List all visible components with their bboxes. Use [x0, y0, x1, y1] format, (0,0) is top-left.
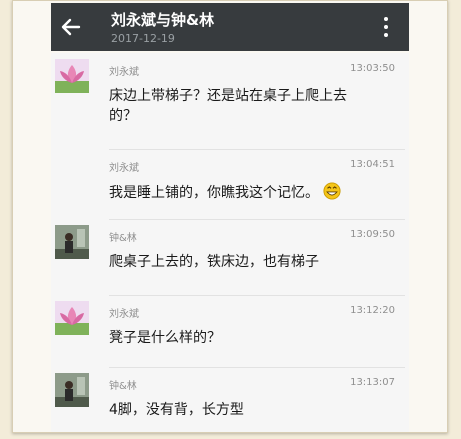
lotus-avatar[interactable] [55, 59, 89, 93]
message-time: 13:03:50 [350, 63, 395, 74]
divider [109, 149, 405, 150]
message-item: 刘永斌 13:12:20 凳子是什么样的？ [51, 295, 409, 367]
sender-name: 钟&林 [109, 381, 137, 392]
message-text: 床边上带梯子？还是站在桌子上爬上去的？ [109, 88, 347, 124]
message-item: 刘永斌 13:03:50 床边上带梯子？还是站在桌子上爬上去的？ [51, 53, 409, 149]
message-list[interactable]: 刘永斌 13:03:50 床边上带梯子？还是站在桌子上爬上去的？ 刘永斌 13:… [51, 53, 409, 432]
divider [109, 219, 405, 220]
message-text: 凳子是什么样的？ [109, 330, 221, 346]
sender-name: 刘永斌 [109, 309, 139, 320]
divider [109, 295, 405, 296]
message-time: 13:12:20 [350, 305, 395, 316]
message-time: 13:04:51 [350, 159, 395, 170]
divider [109, 367, 405, 368]
more-vertical-icon[interactable] [381, 15, 391, 39]
sender-name: 刘永斌 [109, 67, 139, 78]
sender-name: 刘永斌 [109, 163, 139, 174]
grinning-emoji-icon [323, 182, 342, 200]
arrow-left-icon[interactable] [59, 15, 83, 39]
chat-date: 2017-12-19 [111, 32, 175, 45]
message-time: 13:09:50 [350, 229, 395, 240]
message-text: 我是睡上铺的，你瞧我这个记忆。 [109, 182, 371, 203]
message-item: 刘永斌 13:04:51 我是睡上铺的，你瞧我这个记忆。 [51, 149, 409, 219]
message-item: 钟&林 13:09:50 爬桌子上去的，铁床边，也有梯子 [51, 219, 409, 295]
message-time: 13:13:07 [350, 377, 395, 388]
chat-header: 刘永斌与钟&林 2017-12-19 [51, 3, 409, 51]
message-text-body: 我是睡上铺的，你瞧我这个记忆。 [109, 185, 319, 201]
sender-name: 钟&林 [109, 233, 137, 244]
message-item: 钟&林 13:13:07 4脚，没有背，长方型 [51, 367, 409, 432]
screenshot-frame: 刘永斌与钟&林 2017-12-19 刘永斌 13:03:50 床边上带梯子？还… [12, 0, 448, 433]
lotus-avatar[interactable] [55, 301, 89, 335]
photo-avatar[interactable] [55, 225, 89, 259]
chat-title: 刘永斌与钟&林 [111, 11, 215, 29]
photo-avatar[interactable] [55, 373, 89, 407]
message-text: 爬桌子上去的，铁床边，也有梯子 [109, 254, 319, 270]
message-text: 4脚，没有背，长方型 [109, 402, 244, 418]
